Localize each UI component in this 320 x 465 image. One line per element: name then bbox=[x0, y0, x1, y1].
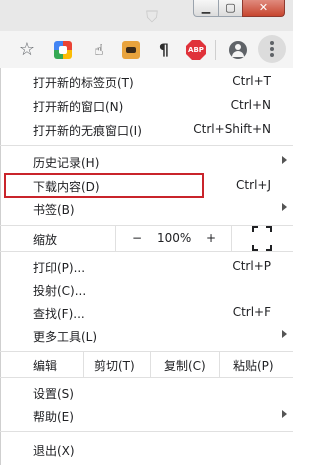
menu-item-more-tools[interactable]: 更多工具(L) bbox=[0, 324, 293, 348]
menu-item-cast[interactable]: 投射(C)... bbox=[0, 278, 293, 302]
zoom-out-button[interactable]: − bbox=[126, 226, 148, 251]
zoom-in-button[interactable]: + bbox=[200, 226, 222, 251]
cut-button[interactable]: 剪切(T) bbox=[84, 352, 150, 377]
dot-icon bbox=[270, 53, 274, 57]
menu-divider bbox=[0, 431, 293, 432]
menu-item-help[interactable]: 帮助(E) bbox=[0, 404, 293, 428]
zoom-label-text: 缩放 bbox=[33, 233, 58, 247]
dot-icon bbox=[270, 47, 274, 51]
paste-label: 粘贴(P) bbox=[233, 359, 274, 373]
menu-item-label: 设置(S) bbox=[33, 387, 74, 401]
menu-item-shortcut: Ctrl+F bbox=[232, 305, 271, 319]
paste-button[interactable]: 粘贴(P) bbox=[220, 352, 292, 377]
menu-item-label: 退出(X) bbox=[33, 444, 75, 458]
maximize-icon: ▢ bbox=[225, 1, 236, 14]
fullscreen-icon bbox=[252, 226, 258, 232]
zoom-separator bbox=[115, 226, 116, 251]
shield-icon: ⛉ bbox=[145, 7, 158, 26]
zoom-level-text: 100% bbox=[157, 231, 192, 245]
menu-item-new-incognito[interactable]: 打开新的无痕窗口(I) Ctrl+Shift+N bbox=[0, 118, 293, 142]
menu-item-label: 书签(B) bbox=[33, 203, 75, 217]
menu-item-shortcut: Ctrl+Shift+N bbox=[193, 122, 271, 136]
menu-item-label: 打开新的无痕窗口(I) bbox=[33, 124, 142, 138]
maximize-button[interactable]: ▢ bbox=[218, 0, 243, 17]
menu-item-settings[interactable]: 设置(S) bbox=[0, 381, 293, 405]
menu-item-label: 帮助(E) bbox=[33, 410, 74, 424]
title-bar: ⛉ ▁ ▢ ✕ bbox=[0, 0, 293, 31]
menu-item-find[interactable]: 查找(F)... Ctrl+F bbox=[0, 301, 293, 325]
fullscreen-icon bbox=[266, 226, 272, 232]
minus-icon: − bbox=[132, 231, 143, 245]
close-button[interactable]: ✕ bbox=[242, 0, 285, 17]
submenu-arrow-icon bbox=[282, 410, 287, 418]
menu-item-shortcut: Ctrl+N bbox=[230, 98, 271, 112]
menu-item-label: 投射(C)... bbox=[33, 284, 87, 298]
profile-avatar-icon[interactable] bbox=[229, 41, 247, 59]
menu-item-label: 更多工具(L) bbox=[33, 330, 98, 344]
extension-colors-icon[interactable] bbox=[54, 41, 72, 59]
close-icon: ✕ bbox=[258, 1, 269, 14]
submenu-arrow-icon bbox=[282, 203, 287, 211]
menu-item-label: 历史记录(H) bbox=[33, 156, 100, 170]
menu-item-print[interactable]: 打印(P)... Ctrl+P bbox=[0, 255, 293, 279]
menu-divider bbox=[0, 145, 293, 146]
extension-paragraph-icon[interactable]: ¶ bbox=[155, 41, 173, 59]
toolbar-separator bbox=[215, 40, 216, 60]
menu-divider bbox=[0, 377, 293, 378]
menu-item-history[interactable]: 历史记录(H) bbox=[0, 150, 293, 174]
menu-item-new-tab[interactable]: 打开新的标签页(T) Ctrl+T bbox=[0, 70, 293, 94]
zoom-separator bbox=[231, 226, 232, 251]
submenu-arrow-icon bbox=[282, 156, 287, 164]
extension-hand-icon[interactable]: ☝ bbox=[90, 41, 108, 59]
extension-cat-icon[interactable] bbox=[122, 41, 140, 59]
menu-item-label: 打开新的窗口(N) bbox=[33, 100, 124, 114]
menu-item-shortcut: Ctrl+P bbox=[232, 259, 271, 273]
copy-button[interactable]: 复制(C) bbox=[151, 352, 219, 377]
menu-item-label: 打印(P)... bbox=[33, 261, 86, 275]
cut-label: 剪切(T) bbox=[94, 359, 135, 373]
edit-row: 编辑 剪切(T) 复制(C) 粘贴(P) bbox=[0, 352, 293, 377]
menu-item-exit[interactable]: 退出(X) bbox=[0, 438, 293, 462]
menu-button[interactable] bbox=[258, 35, 286, 63]
menu-item-bookmarks[interactable]: 书签(B) bbox=[0, 197, 293, 221]
minimize-button[interactable]: ▁ bbox=[193, 0, 219, 17]
edit-label-text: 编辑 bbox=[33, 359, 58, 373]
menu-item-shortcut: Ctrl+J bbox=[236, 178, 271, 192]
edit-label: 编辑 bbox=[33, 352, 83, 377]
downloads-highlight-box bbox=[4, 173, 204, 198]
copy-label: 复制(C) bbox=[164, 359, 206, 373]
plus-icon: + bbox=[206, 231, 217, 245]
chrome-main-menu: 打开新的标签页(T) Ctrl+T 打开新的窗口(N) Ctrl+N 打开新的无… bbox=[0, 68, 293, 465]
menu-item-new-window[interactable]: 打开新的窗口(N) Ctrl+N bbox=[0, 94, 293, 118]
menu-item-label: 查找(F)... bbox=[33, 307, 85, 321]
bookmark-star-icon[interactable]: ☆ bbox=[18, 41, 36, 59]
minimize-icon: ▁ bbox=[201, 1, 211, 14]
menu-item-shortcut: Ctrl+T bbox=[232, 74, 271, 88]
menu-item-label: 打开新的标签页(T) bbox=[33, 76, 134, 90]
dot-icon bbox=[270, 41, 274, 45]
adblock-icon[interactable]: ABP bbox=[186, 40, 206, 60]
browser-toolbar: ☆ ☝ ¶ ABP bbox=[0, 31, 293, 69]
zoom-row: 缩放 − 100% + bbox=[0, 226, 293, 251]
fullscreen-button[interactable] bbox=[252, 226, 272, 251]
menu-divider bbox=[0, 251, 293, 252]
submenu-arrow-icon bbox=[282, 330, 287, 338]
